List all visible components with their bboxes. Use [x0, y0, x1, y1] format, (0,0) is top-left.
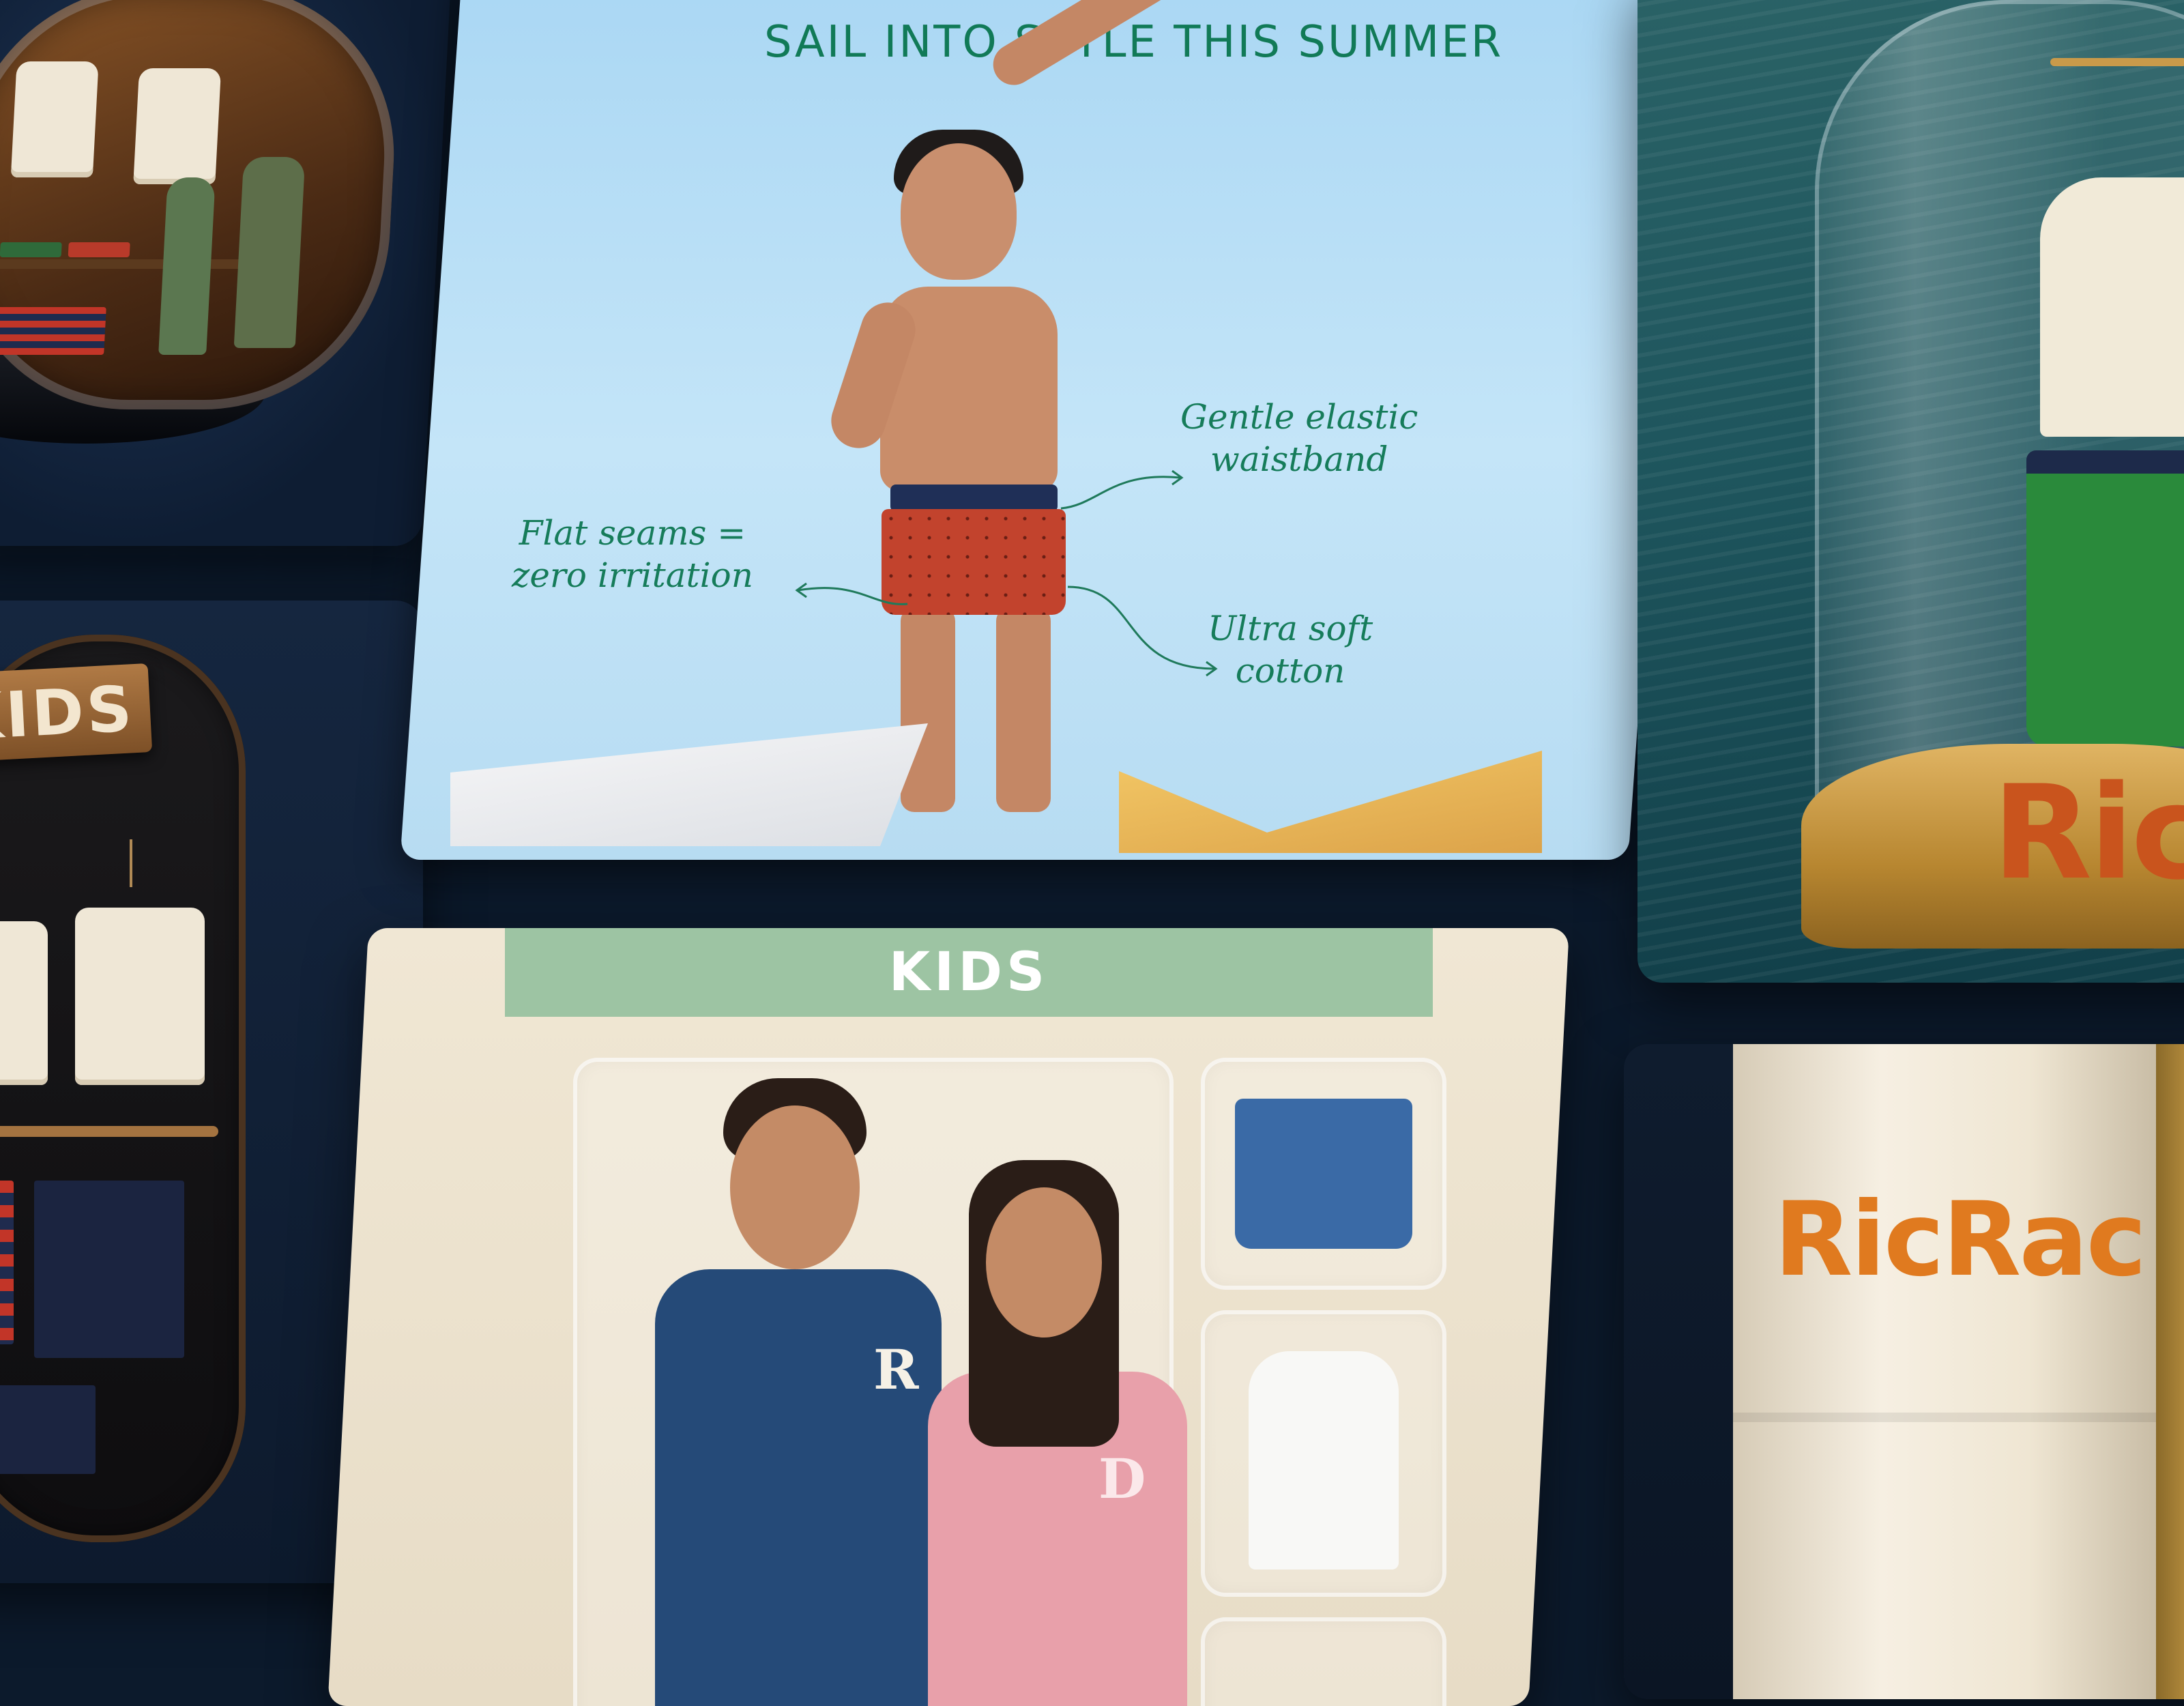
packed-white-vest	[1249, 1351, 1399, 1570]
folded-garment	[68, 242, 130, 257]
boy-leg	[901, 607, 955, 812]
tank-top-hanging	[75, 908, 205, 1085]
trunks-waistband	[890, 485, 1058, 512]
jacket-letter-r: R	[873, 1338, 919, 1402]
folded-garment	[0, 242, 62, 257]
jar-brand-text: Ric	[1992, 757, 2184, 908]
tank-top-display	[133, 68, 222, 184]
gold-panel	[2156, 1044, 2184, 1699]
rail-panel	[0, 635, 246, 1542]
callout-cotton: Ultra soft cotton	[1208, 607, 1373, 692]
packaging-tube	[1733, 1044, 2156, 1699]
callout-cotton-line2: cotton	[1235, 651, 1345, 691]
callout-seams-line2: zero irritation	[512, 555, 753, 595]
jar-green-trunks	[2026, 450, 2184, 747]
navy-trunks	[0, 1385, 96, 1474]
tube-seam	[1733, 1413, 2156, 1422]
tank-top-display	[10, 61, 99, 177]
pack-header-band: KIDS	[505, 928, 1433, 1017]
ricrac-tube-card[interactable]: RicRac	[1624, 1044, 2184, 1699]
arrow-seams	[795, 582, 908, 605]
boy-leg	[996, 607, 1051, 812]
shopper-figure	[158, 177, 216, 355]
boy-head	[901, 143, 1017, 280]
callout-waistband-line2: waistband	[1210, 439, 1388, 479]
ocean-jar-card[interactable]: Ric	[1637, 0, 2184, 983]
store-dome	[0, 0, 403, 409]
callout-waistband-line1: Gentle elastic	[1180, 397, 1418, 437]
jar-tank-top	[2040, 177, 2184, 437]
blister-bottom	[1201, 1617, 1446, 1706]
packed-blue-shorts	[1235, 1099, 1412, 1249]
clothing-rail	[0, 1126, 218, 1137]
hanger	[130, 839, 132, 887]
shopper-figure	[233, 157, 306, 348]
shelf	[0, 259, 273, 269]
kids-sign: KIDS	[0, 663, 153, 764]
hanger-bar	[2050, 58, 2184, 66]
striped-garment	[0, 1181, 14, 1344]
paper-boat-yellow	[1119, 751, 1542, 853]
hero-card[interactable]: SAIL INTO STYLE THIS SUMMER Gentle elast…	[400, 0, 1692, 860]
girl-face	[986, 1187, 1102, 1338]
paper-boat-white	[450, 723, 928, 846]
ricrac-logo: RicRac	[1774, 1181, 2146, 1299]
boy-varsity-jacket	[655, 1269, 942, 1706]
jacket-letter-d: D	[1098, 1447, 1146, 1511]
blister-pack-card[interactable]: KIDS R D	[327, 928, 1569, 1706]
callout-seams-line1: Flat seams =	[519, 513, 746, 553]
callout-cotton-line1: Ultra soft	[1208, 609, 1373, 648]
callout-waistband: Gentle elastic waistband	[1180, 396, 1418, 480]
tank-top-hanging	[0, 921, 48, 1085]
store-diorama-card[interactable]	[0, 0, 452, 546]
callout-seams: Flat seams = zero irritation	[512, 512, 753, 596]
arrow-waistband	[1060, 469, 1184, 510]
striped-garments	[0, 307, 106, 355]
arrow-cotton	[1067, 585, 1218, 677]
hero-headline: SAIL INTO STYLE THIS SUMMER	[764, 17, 1504, 68]
navy-trunks	[34, 1181, 184, 1358]
boy-face	[730, 1105, 860, 1269]
